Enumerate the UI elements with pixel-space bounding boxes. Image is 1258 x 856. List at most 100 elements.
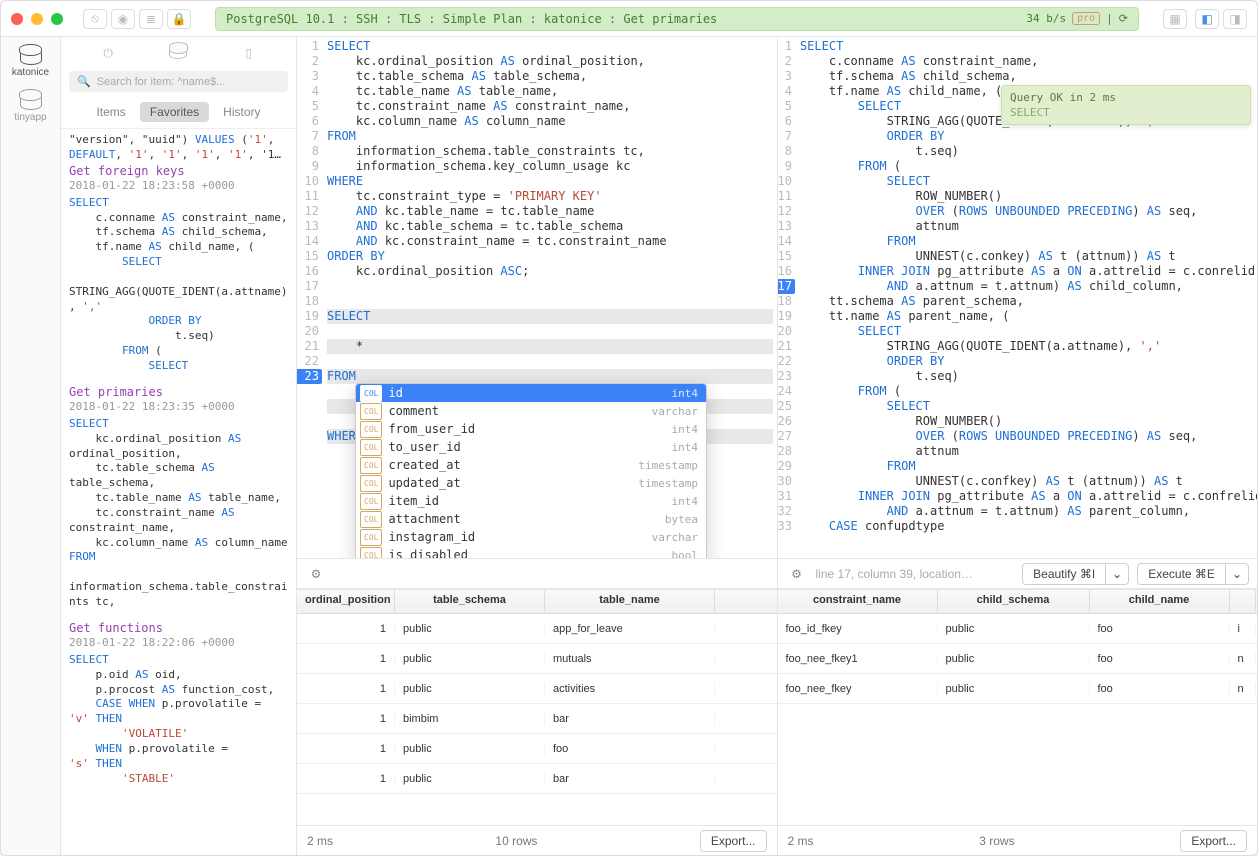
- editors-row: 1234567891011121314151617181920212223 SE…: [297, 37, 1257, 589]
- table-cell: 1: [297, 773, 395, 785]
- database-icon: [20, 94, 42, 110]
- minimize-window-button[interactable]: [31, 13, 43, 25]
- close-window-button[interactable]: [11, 13, 23, 25]
- table-cell: public: [938, 623, 1090, 635]
- terminal-icon[interactable]: ▯: [235, 43, 263, 63]
- autocomplete-type: varchar: [652, 530, 698, 545]
- results-body[interactable]: 1publicapp_for_leave1publicmutuals1publi…: [297, 614, 777, 825]
- grid-view-button[interactable]: ▦: [1163, 9, 1187, 29]
- table-row[interactable]: 1publicfoo: [297, 734, 777, 764]
- table-cell: public: [395, 773, 545, 785]
- column-badge: COL: [360, 493, 382, 510]
- autocomplete-item-instagram_id[interactable]: COLinstagram_idvarchar: [356, 528, 706, 546]
- autocomplete-type: int4: [672, 440, 699, 455]
- table-row[interactable]: foo_id_fkeypublicfooi: [778, 614, 1258, 644]
- table-row[interactable]: 1publicapp_for_leave: [297, 614, 777, 644]
- connection-string: PostgreSQL 10.1 : SSH : TLS : Simple Pla…: [226, 12, 717, 26]
- autocomplete-item-created_at[interactable]: COLcreated_attimestamp: [356, 456, 706, 474]
- results-left-pane: ordinal_positiontable_schematable_name1p…: [297, 590, 778, 855]
- power-icon[interactable]: ⏻: [94, 43, 122, 63]
- column-header[interactable]: child_schema: [938, 590, 1090, 613]
- autocomplete-name: attachment: [388, 512, 664, 527]
- database-icon[interactable]: [164, 43, 192, 63]
- gear-icon[interactable]: ⚙: [305, 563, 327, 585]
- results-right-pane: constraint_namechild_schemachild_namefoo…: [778, 590, 1258, 855]
- table-cell: bar: [545, 773, 715, 785]
- column-header[interactable]: table_name: [545, 590, 715, 613]
- beautify-button[interactable]: Beautify ⌘I: [1022, 563, 1105, 585]
- autocomplete-popup[interactable]: COLidint4COLcommentvarcharCOLfrom_user_i…: [355, 383, 707, 558]
- autocomplete-type: int4: [672, 386, 699, 401]
- autocomplete-item-updated_at[interactable]: COLupdated_attimestamp: [356, 474, 706, 492]
- titlebar: ⦸ ◉ ≣ 🔒 PostgreSQL 10.1 : SSH : TLS : Si…: [1, 1, 1257, 37]
- autocomplete-item-attachment[interactable]: COLattachmentbytea: [356, 510, 706, 528]
- tab-favorites[interactable]: Favorites: [140, 102, 209, 122]
- zoom-window-button[interactable]: [51, 13, 63, 25]
- table-row[interactable]: 1publicmutuals: [297, 644, 777, 674]
- column-header[interactable]: child_name: [1090, 590, 1230, 613]
- autocomplete-item-id[interactable]: COLidint4: [356, 384, 706, 402]
- favorite-title[interactable]: Get foreign keys: [69, 163, 292, 179]
- table-row[interactable]: 1bimbimbar: [297, 704, 777, 734]
- favorite-fragment[interactable]: "version", "uuid") VALUES ('1', DEFAULT,…: [69, 133, 292, 163]
- table-row[interactable]: 1publicactivities: [297, 674, 777, 704]
- table-cell: foo: [545, 743, 715, 755]
- lock-button[interactable]: 🔒: [167, 9, 191, 29]
- favorite-title[interactable]: Get primaries: [69, 384, 292, 400]
- autocomplete-item-item_id[interactable]: COL item_idint4: [356, 492, 706, 510]
- autocomplete-type: varchar: [652, 404, 698, 419]
- connection-rail: katonice tinyapp: [1, 37, 61, 855]
- autocomplete-name: is_disabled: [388, 548, 671, 559]
- favorite-title[interactable]: Get functions: [69, 620, 292, 636]
- execute-menu-button[interactable]: ⌄: [1225, 563, 1249, 585]
- autocomplete-name: from_user_id: [388, 422, 671, 437]
- tab-history[interactable]: History: [213, 102, 270, 122]
- export-button[interactable]: Export...: [700, 830, 767, 852]
- beautify-menu-button[interactable]: ⌄: [1105, 563, 1129, 585]
- favorite-item[interactable]: Get functions2018-01-22 18:22:06 +0000SE…: [69, 620, 292, 787]
- export-button[interactable]: Export...: [1180, 830, 1247, 852]
- rail-item-tinyapp[interactable]: tinyapp: [1, 90, 60, 127]
- sidebar-toggle-button[interactable]: ◧: [1195, 9, 1219, 29]
- row-count: 10 rows: [333, 834, 700, 848]
- sidebar: ⏻ ▯ 🔍 Search for item: ^name$... Items F…: [61, 37, 297, 855]
- autocomplete-type: int4: [672, 494, 699, 509]
- autocomplete-item-is_disabled[interactable]: COLis_disabledbool: [356, 546, 706, 558]
- rail-item-katonice[interactable]: katonice: [1, 45, 60, 82]
- favorites-list[interactable]: "version", "uuid") VALUES ('1', DEFAULT,…: [61, 129, 296, 855]
- column-header[interactable]: table_schema: [395, 590, 545, 613]
- indent-button[interactable]: ≣: [139, 9, 163, 29]
- column-header[interactable]: [1230, 590, 1256, 613]
- table-row[interactable]: foo_nee_fkey1publicfoon: [778, 644, 1258, 674]
- rail-label: katonice: [12, 67, 49, 78]
- main-area: 1234567891011121314151617181920212223 SE…: [297, 37, 1257, 855]
- autocomplete-item-to_user_id[interactable]: COLto_user_idint4: [356, 438, 706, 456]
- autocomplete-item-from_user_id[interactable]: COLfrom_user_idint4: [356, 420, 706, 438]
- notif-sub: SELECT: [1010, 105, 1242, 120]
- results-header: ordinal_positiontable_schematable_name: [297, 590, 777, 614]
- stop-button[interactable]: ⦸: [83, 9, 107, 29]
- gear-icon[interactable]: ⚙: [786, 563, 808, 585]
- table-row[interactable]: foo_nee_fkeypublicfoon: [778, 674, 1258, 704]
- column-header[interactable]: ordinal_position: [297, 590, 395, 613]
- preview-button[interactable]: ◉: [111, 9, 135, 29]
- autocomplete-name: item_id: [388, 494, 671, 509]
- panel-toggle-button[interactable]: ◨: [1223, 9, 1247, 29]
- results-header: constraint_namechild_schemachild_name: [778, 590, 1258, 614]
- results-body[interactable]: foo_id_fkeypublicfooifoo_nee_fkey1public…: [778, 614, 1258, 825]
- favorite-item[interactable]: Get foreign keys2018-01-22 18:23:58 +000…: [69, 163, 292, 374]
- refresh-icon[interactable]: ⟳: [1119, 12, 1128, 25]
- editor-left-code[interactable]: 1234567891011121314151617181920212223 SE…: [297, 37, 777, 558]
- connection-badge[interactable]: PostgreSQL 10.1 : SSH : TLS : Simple Pla…: [215, 7, 1139, 31]
- autocomplete-item-comment[interactable]: COLcommentvarchar: [356, 402, 706, 420]
- sidebar-search[interactable]: 🔍 Search for item: ^name$...: [69, 71, 288, 92]
- favorite-item[interactable]: Get primaries2018-01-22 18:23:35 +0000SE…: [69, 384, 292, 610]
- tab-items[interactable]: Items: [86, 102, 135, 122]
- results-row: ordinal_positiontable_schematable_name1p…: [297, 589, 1257, 855]
- table-row[interactable]: 1publicbar: [297, 764, 777, 794]
- column-header[interactable]: constraint_name: [778, 590, 938, 613]
- table-cell: public: [395, 653, 545, 665]
- execute-button[interactable]: Execute ⌘E: [1137, 563, 1225, 585]
- editor-right-code[interactable]: 1234567891011121314151617181920212223242…: [778, 37, 1258, 558]
- column-badge: COL: [360, 439, 382, 456]
